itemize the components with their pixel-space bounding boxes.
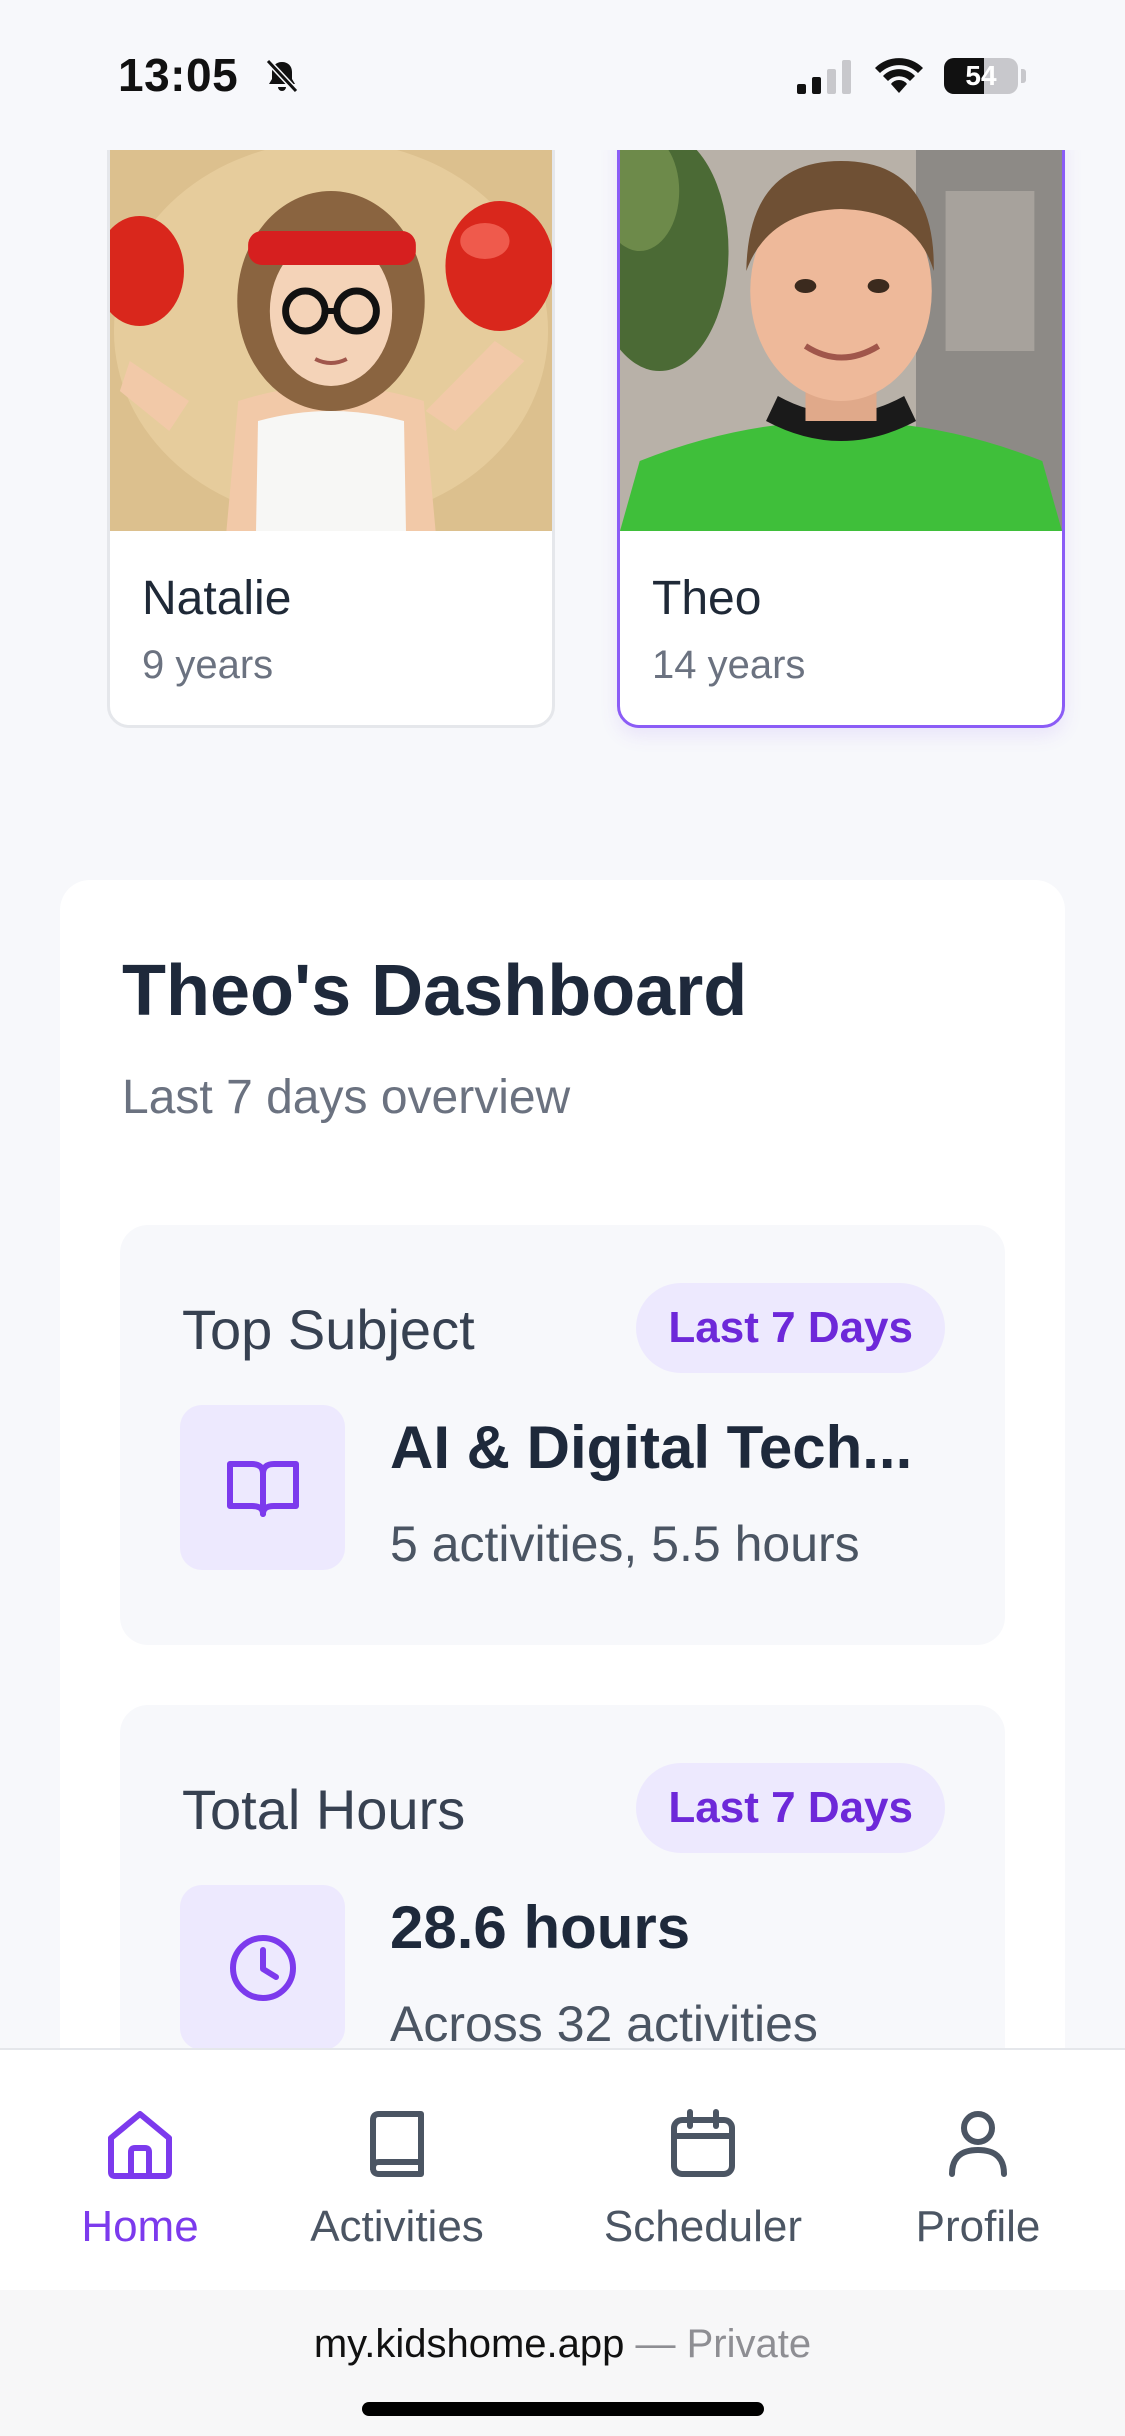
top-subject-detail: 5 activities, 5.5 hours <box>390 1516 860 1572</box>
battery-tip <box>1021 69 1026 83</box>
bell-muted-icon <box>265 58 299 94</box>
wifi-icon <box>875 58 923 93</box>
stat-label: Top Subject <box>182 1298 475 1361</box>
child-age: 14 years <box>652 643 806 687</box>
child-name: Natalie <box>142 572 292 625</box>
child-photo-natalie <box>110 131 552 531</box>
browser-address-bar[interactable]: my.kidshome.app — Private <box>0 2290 1125 2436</box>
book-open-icon <box>180 1405 345 1570</box>
url-text[interactable]: my.kidshome.app — Private <box>0 2322 1125 2367</box>
top-subject-card[interactable]: Top Subject Last 7 Days AI & Digital Tec… <box>120 1225 1005 1645</box>
child-card-theo[interactable]: Theo 14 years <box>617 128 1065 728</box>
battery-icon: 54 <box>944 58 1018 94</box>
top-subject-value: AI & Digital Tech... <box>390 1414 913 1481</box>
nav-activities[interactable]: Activities <box>267 2050 527 2290</box>
nav-scheduler[interactable]: Scheduler <box>573 2050 833 2290</box>
period-badge: Last 7 Days <box>636 1283 945 1373</box>
dashboard-title: Theo's Dashboard <box>122 951 748 1031</box>
status-bar: 13:05 54 <box>0 0 1125 150</box>
period-badge: Last 7 Days <box>636 1763 945 1853</box>
stat-label: Total Hours <box>182 1778 466 1841</box>
user-icon <box>949 2111 1007 2177</box>
child-name: Theo <box>652 572 762 625</box>
home-icon <box>108 2111 172 2179</box>
total-hours-value: 28.6 hours <box>390 1894 691 1961</box>
dashboard-card: Theo's Dashboard Last 7 days overview To… <box>60 880 1065 2125</box>
child-photo-theo <box>620 131 1062 531</box>
child-age: 9 years <box>142 643 274 687</box>
cellular-signal-icon <box>797 60 851 94</box>
status-time: 13:05 <box>118 49 239 101</box>
book-icon <box>370 2111 424 2177</box>
url-domain: my.kidshome.app <box>313 2322 625 2366</box>
child-card-natalie[interactable]: Natalie 9 years <box>107 128 555 728</box>
nav-home[interactable]: Home <box>10 2050 270 2290</box>
private-mode-label: Private <box>686 2322 812 2366</box>
nav-label: Scheduler <box>603 2202 803 2251</box>
nav-label: Activities <box>310 2202 484 2251</box>
calendar-icon <box>671 2109 735 2177</box>
nav-profile[interactable]: Profile <box>848 2050 1108 2290</box>
nav-label: Home <box>81 2202 199 2251</box>
battery-percent: 54 <box>965 60 997 91</box>
bottom-nav: Home Activities Scheduler Profile <box>0 2048 1125 2290</box>
dashboard-subtitle: Last 7 days overview <box>122 1071 571 1124</box>
nav-label: Profile <box>915 2202 1041 2251</box>
url-separator: — <box>635 2322 676 2366</box>
total-hours-detail: Across 32 activities <box>390 1996 818 2052</box>
home-indicator[interactable] <box>362 2402 764 2416</box>
app-screen: 13:05 54 Natalie 9 years Theo 14 years T… <box>0 0 1125 2436</box>
clock-icon <box>180 1885 345 2050</box>
